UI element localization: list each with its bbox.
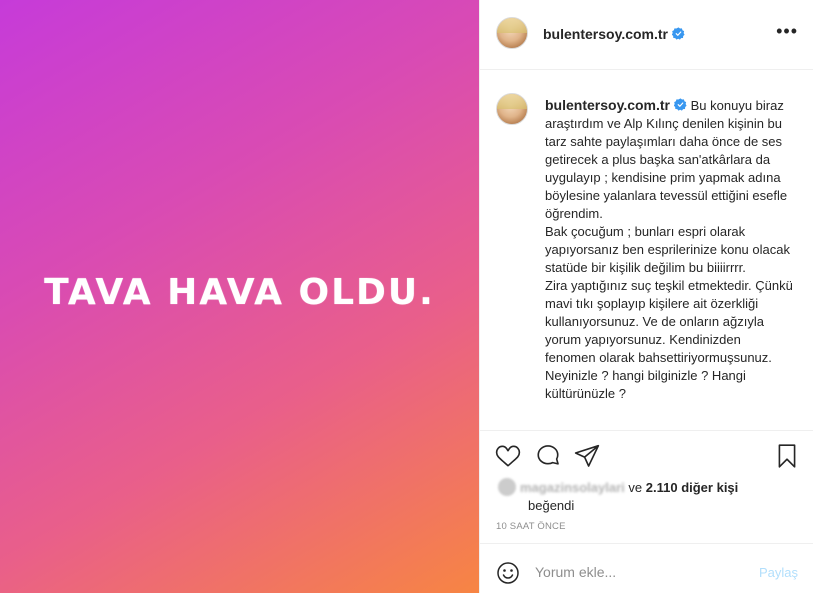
liker-avatar[interactable] — [498, 478, 516, 496]
comment-input[interactable] — [535, 560, 735, 584]
post-image[interactable]: TAVA HAVA OLDU. — [0, 0, 479, 593]
action-bar — [480, 430, 813, 470]
share-icon[interactable] — [574, 443, 600, 469]
verified-badge-icon — [674, 98, 687, 111]
bookmark-icon[interactable] — [774, 443, 800, 469]
avatar[interactable] — [496, 17, 528, 49]
post-timestamp[interactable]: 10 SAAT ÖNCE — [496, 521, 566, 532]
likes-summary: magazinsolaylari ve 2.110 diğer kişi beğ… — [498, 478, 738, 513]
more-options-icon[interactable]: ••• — [776, 22, 798, 40]
likes-connector: ve — [628, 480, 643, 495]
caption-username[interactable]: bulentersoy.com.tr — [545, 97, 670, 113]
liker-name[interactable]: magazinsolaylari — [520, 480, 625, 495]
verified-badge-icon — [672, 27, 685, 40]
post-comment-button[interactable]: Paylaş — [759, 565, 798, 580]
comment-icon[interactable] — [535, 443, 561, 469]
caption-avatar[interactable] — [496, 93, 528, 125]
caption-text: Bu konuyu biraz araştırdım ve Alp Kılınç… — [545, 98, 793, 401]
heart-icon[interactable] — [495, 443, 521, 469]
header-username[interactable]: bulentersoy.com.tr — [543, 26, 685, 42]
likes-suffix: beğendi — [528, 498, 575, 513]
caption: bulentersoy.com.tr Bu konuyu biraz araşt… — [545, 96, 795, 403]
caption-area: bulentersoy.com.tr Bu konuyu biraz araşt… — [480, 71, 813, 430]
comment-bar: Paylaş — [480, 543, 813, 593]
likes-count[interactable]: 2.110 diğer kişi — [646, 480, 739, 495]
header-username-text[interactable]: bulentersoy.com.tr — [543, 26, 668, 42]
post-header: bulentersoy.com.tr ••• — [480, 0, 813, 70]
post-side-panel: bulentersoy.com.tr ••• bulentersoy.com.t… — [479, 0, 813, 593]
post-image-text: TAVA HAVA OLDU. — [44, 272, 435, 313]
emoji-smiley-icon[interactable] — [496, 561, 520, 585]
